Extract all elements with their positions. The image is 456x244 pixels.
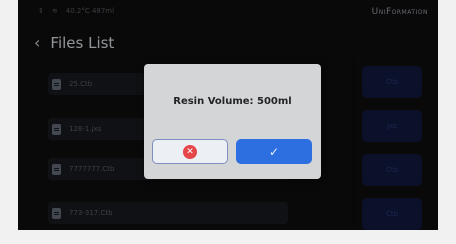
cancel-icon: ✕ — [183, 144, 197, 159]
resin-volume-dialog: Resin Volume: 500ml ✕ ✓ — [144, 64, 321, 179]
confirm-button[interactable]: ✓ — [236, 139, 312, 164]
dialog-message: Resin Volume: 500ml — [173, 96, 292, 107]
cancel-button[interactable]: ✕ — [152, 139, 228, 164]
checkmark-icon: ✓ — [268, 144, 280, 159]
